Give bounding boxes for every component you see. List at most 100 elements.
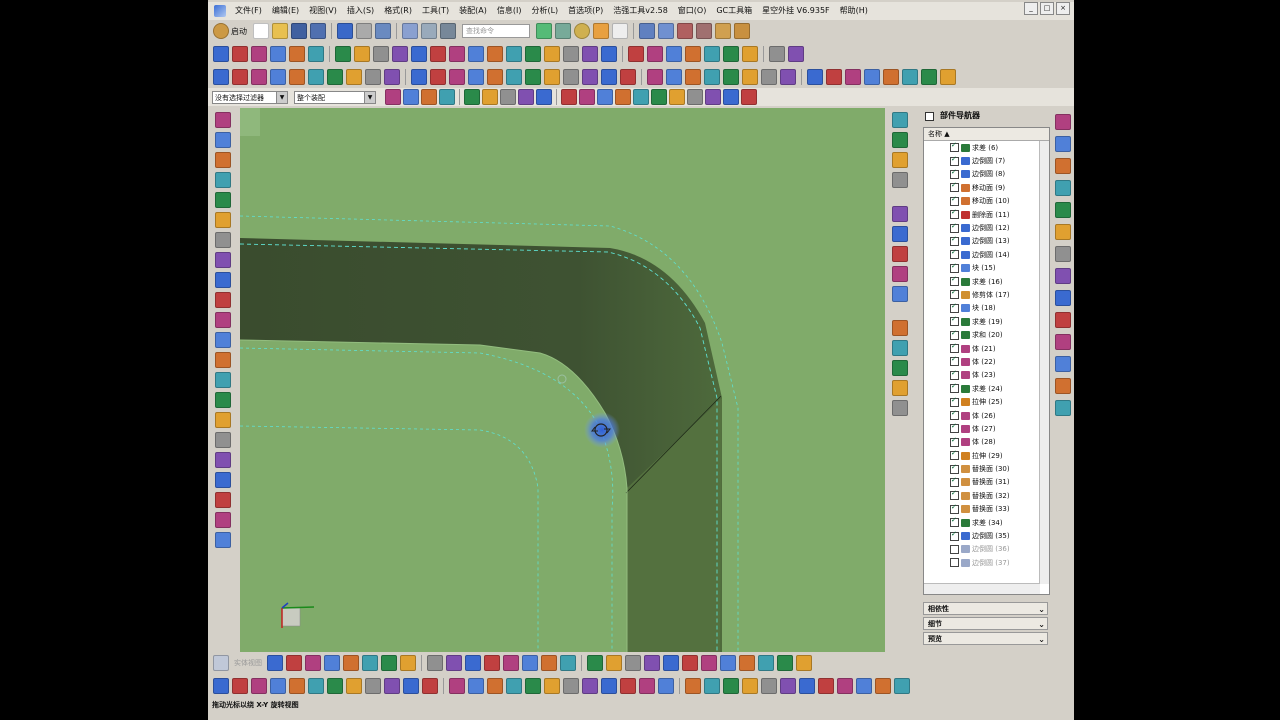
snap-tool-icon[interactable] bbox=[723, 89, 739, 105]
curve-tool-icon[interactable] bbox=[324, 655, 340, 671]
sketch-tool-icon[interactable] bbox=[468, 46, 484, 62]
menu-item-11[interactable]: 窗口(O) bbox=[673, 2, 712, 20]
tree-row[interactable]: 求差 (34) bbox=[924, 516, 1049, 529]
tree-row[interactable]: 拉伸 (25) bbox=[924, 395, 1049, 408]
tree-row[interactable]: 边倒圆 (12) bbox=[924, 221, 1049, 234]
menu-item-12[interactable]: GC工具箱 bbox=[711, 2, 757, 20]
wcs-icon[interactable] bbox=[658, 23, 674, 39]
sketch-tool-icon[interactable] bbox=[723, 46, 739, 62]
feature-tool-icon[interactable] bbox=[384, 69, 400, 85]
edit-tool-icon[interactable] bbox=[620, 678, 636, 694]
repeat-command-icon[interactable] bbox=[375, 23, 391, 39]
name-column-header[interactable]: 名称 ▲ bbox=[924, 128, 1049, 141]
tree-row[interactable]: 体 (27) bbox=[924, 422, 1049, 435]
navigator-tab-tool-icon[interactable] bbox=[1055, 136, 1071, 152]
snap-tool-icon[interactable] bbox=[615, 89, 631, 105]
edit-tool-icon[interactable] bbox=[487, 678, 503, 694]
sketch-tool-icon[interactable] bbox=[373, 46, 389, 62]
sketch-tool-icon[interactable] bbox=[563, 46, 579, 62]
visibility-checkbox[interactable] bbox=[950, 181, 959, 193]
edit-tool-icon[interactable] bbox=[723, 678, 739, 694]
edit-tool-icon[interactable] bbox=[289, 678, 305, 694]
feature-tool-icon[interactable] bbox=[601, 69, 617, 85]
feature-tool-icon[interactable] bbox=[723, 69, 739, 85]
curve-tool-icon[interactable] bbox=[701, 655, 717, 671]
edit-tool-icon[interactable] bbox=[818, 678, 834, 694]
tree-row[interactable]: 求差 (19) bbox=[924, 315, 1049, 328]
feature-tool-icon[interactable] bbox=[468, 69, 484, 85]
menu-item-3[interactable]: 插入(S) bbox=[342, 2, 379, 20]
navigator-section-2[interactable]: 预览 ⌄ bbox=[923, 632, 1048, 645]
curve-tool-icon[interactable] bbox=[720, 655, 736, 671]
tree-row[interactable]: 求差 (24) bbox=[924, 382, 1049, 395]
sketch-tool-icon[interactable] bbox=[335, 46, 351, 62]
feature-tool-icon[interactable] bbox=[487, 69, 503, 85]
snap-tool-icon[interactable] bbox=[403, 89, 419, 105]
edit-tool-icon[interactable] bbox=[582, 678, 598, 694]
sketch-tool-icon[interactable] bbox=[666, 46, 682, 62]
snap-tool-icon[interactable] bbox=[579, 89, 595, 105]
resource-tool-icon[interactable] bbox=[215, 212, 231, 228]
curve-tool-icon[interactable] bbox=[606, 655, 622, 671]
render-style-icon[interactable] bbox=[574, 23, 590, 39]
navigator-tab-tool-icon[interactable] bbox=[1055, 180, 1071, 196]
tree-row[interactable]: 边倒圆 (7) bbox=[924, 154, 1049, 167]
fit-view-icon[interactable] bbox=[536, 23, 552, 39]
sketch-tool-icon[interactable] bbox=[270, 46, 286, 62]
tree-row[interactable]: 体 (26) bbox=[924, 409, 1049, 422]
edit-tool-icon[interactable] bbox=[213, 678, 229, 694]
resource-tool-icon[interactable] bbox=[215, 472, 231, 488]
feature-tool-icon[interactable] bbox=[449, 69, 465, 85]
curve-tool-icon[interactable] bbox=[560, 655, 576, 671]
snap-tool-icon[interactable] bbox=[439, 89, 455, 105]
view-tool-icon[interactable] bbox=[892, 360, 908, 376]
tree-row[interactable]: 边倒圆 (13) bbox=[924, 235, 1049, 248]
sketch-tool-icon[interactable] bbox=[647, 46, 663, 62]
resource-tool-icon[interactable] bbox=[215, 232, 231, 248]
visibility-checkbox[interactable] bbox=[950, 516, 959, 528]
edit-tool-icon[interactable] bbox=[544, 678, 560, 694]
resource-tool-icon[interactable] bbox=[215, 272, 231, 288]
feature-tool-icon[interactable] bbox=[563, 69, 579, 85]
navigator-section-1[interactable]: 细节 ⌄ bbox=[923, 617, 1048, 630]
resource-tool-icon[interactable] bbox=[215, 132, 231, 148]
feature-tool-icon[interactable] bbox=[525, 69, 541, 85]
feature-tool-icon[interactable] bbox=[365, 69, 381, 85]
visibility-checkbox[interactable] bbox=[950, 235, 959, 246]
view-tool-icon[interactable] bbox=[892, 320, 908, 336]
feature-tool-icon[interactable] bbox=[807, 69, 823, 85]
visibility-checkbox[interactable] bbox=[950, 275, 959, 287]
vertical-scrollbar[interactable] bbox=[1039, 141, 1049, 584]
open-folder-icon[interactable] bbox=[272, 23, 288, 39]
resource-tool-icon[interactable] bbox=[215, 512, 231, 528]
curve-tool-icon[interactable] bbox=[343, 655, 359, 671]
type-filter-select[interactable]: 没有选择过滤器 ▼ bbox=[212, 90, 288, 104]
tree-row[interactable]: 体 (21) bbox=[924, 342, 1049, 355]
tree-row[interactable]: 替换面 (31) bbox=[924, 476, 1049, 489]
command-search-input[interactable]: 查找命令 bbox=[462, 24, 530, 38]
menu-item-0[interactable]: 文件(F) bbox=[230, 2, 267, 20]
analysis-icon[interactable] bbox=[696, 23, 712, 39]
feature-tool-icon[interactable] bbox=[940, 69, 956, 85]
menu-item-1[interactable]: 编辑(E) bbox=[267, 2, 304, 20]
tree-row[interactable]: 替换面 (33) bbox=[924, 503, 1049, 516]
visibility-checkbox[interactable] bbox=[950, 396, 959, 407]
snap-tool-icon[interactable] bbox=[421, 89, 437, 105]
menu-item-6[interactable]: 装配(A) bbox=[454, 2, 492, 20]
navigator-tab-tool-icon[interactable] bbox=[1055, 114, 1071, 130]
feature-tool-icon[interactable] bbox=[251, 69, 267, 85]
visibility-checkbox[interactable] bbox=[950, 222, 959, 233]
curve-tool-icon[interactable] bbox=[541, 655, 557, 671]
view-tool-icon[interactable] bbox=[892, 340, 908, 356]
view-tool-icon[interactable] bbox=[892, 226, 908, 242]
tree-row[interactable]: 边倒圆 (8) bbox=[924, 168, 1049, 181]
view-tool-icon[interactable] bbox=[892, 246, 908, 262]
edit-tool-icon[interactable] bbox=[856, 678, 872, 694]
snap-tool-icon[interactable] bbox=[651, 89, 667, 105]
new-file-icon[interactable] bbox=[253, 23, 269, 39]
scope-filter-select[interactable]: 整个装配 ▼ bbox=[294, 90, 376, 104]
feature-tool-icon[interactable] bbox=[883, 69, 899, 85]
feature-tool-icon[interactable] bbox=[902, 69, 918, 85]
navigator-tab-tool-icon[interactable] bbox=[1055, 268, 1071, 284]
pin-icon[interactable] bbox=[925, 112, 934, 121]
